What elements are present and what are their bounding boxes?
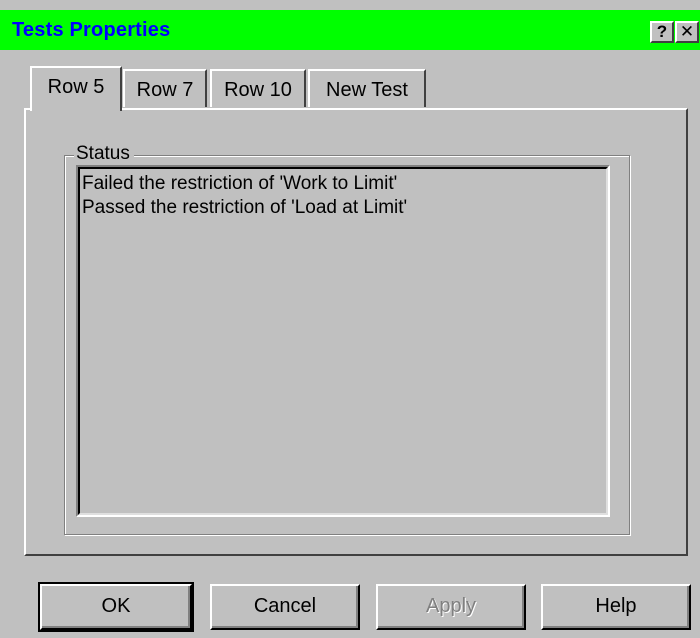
status-list[interactable]: Failed the restriction of 'Work to Limit… (76, 165, 610, 517)
window-title: Tests Properties (12, 19, 171, 41)
cancel-button[interactable]: Cancel (210, 584, 360, 630)
tab-row-10[interactable]: Row 10 (210, 69, 306, 107)
context-help-button[interactable]: ? (650, 21, 674, 43)
help-button[interactable]: Help (541, 584, 691, 630)
status-line-2: Passed the restriction of 'Load at Limit… (82, 197, 408, 218)
close-icon: ✕ (679, 22, 695, 41)
title-bar[interactable]: Tests Properties ? ✕ (0, 10, 700, 50)
tab-row-5[interactable]: Row 5 (30, 66, 122, 111)
apply-button[interactable]: Apply (376, 584, 526, 630)
tab-row-7[interactable]: Row 7 (123, 69, 207, 107)
tab-new-test[interactable]: New Test (308, 69, 426, 107)
question-mark-icon: ? (656, 22, 668, 41)
ok-button[interactable]: OK (38, 582, 194, 632)
close-button[interactable]: ✕ (675, 21, 699, 43)
tests-properties-dialog: Tests Properties ? ✕ Row 5 Row 7 Row 10 … (0, 0, 700, 638)
status-group-label: Status (74, 143, 134, 165)
status-line-1: Failed the restriction of 'Work to Limit… (82, 173, 398, 194)
status-list-content: Failed the restriction of 'Work to Limit… (78, 167, 608, 515)
